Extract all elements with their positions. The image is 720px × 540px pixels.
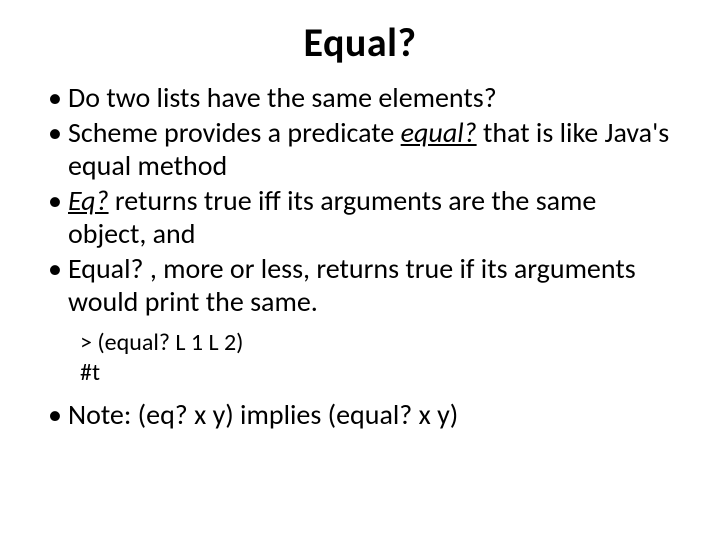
bullet-text: returns true iff its arguments are the s… [68,183,596,251]
bullet-item: Scheme provides a predicate equal? that … [48,116,676,182]
code-example: > (equal? L 1 L 2) #t [44,320,676,398]
bullet-text: Equal? , more or less, returns true if i… [68,251,636,319]
slide-title: Equal? [44,18,676,67]
bullet-text: Do two lists have the same elements? [68,80,497,115]
keyword-eq: Eq? [68,183,109,218]
bullet-item: Eq? returns true iff its arguments are t… [48,184,676,250]
bullet-item: Equal? , more or less, returns true if i… [48,252,676,318]
code-line: #t [80,358,676,388]
bullet-item: Do two lists have the same elements? [48,81,676,114]
bullet-text: Scheme provides a predicate [68,115,401,150]
keyword-equal: equal? [401,115,477,150]
bullet-list: Note: (eq? x y) implies (equal? x y) [44,398,676,431]
bullet-text: Note: (eq? x y) implies (equal? x y) [68,397,458,432]
slide: Equal? Do two lists have the same elemen… [0,0,720,540]
bullet-list: Do two lists have the same elements? Sch… [44,81,676,318]
bullet-item: Note: (eq? x y) implies (equal? x y) [48,398,676,431]
code-line: > (equal? L 1 L 2) [80,328,676,358]
